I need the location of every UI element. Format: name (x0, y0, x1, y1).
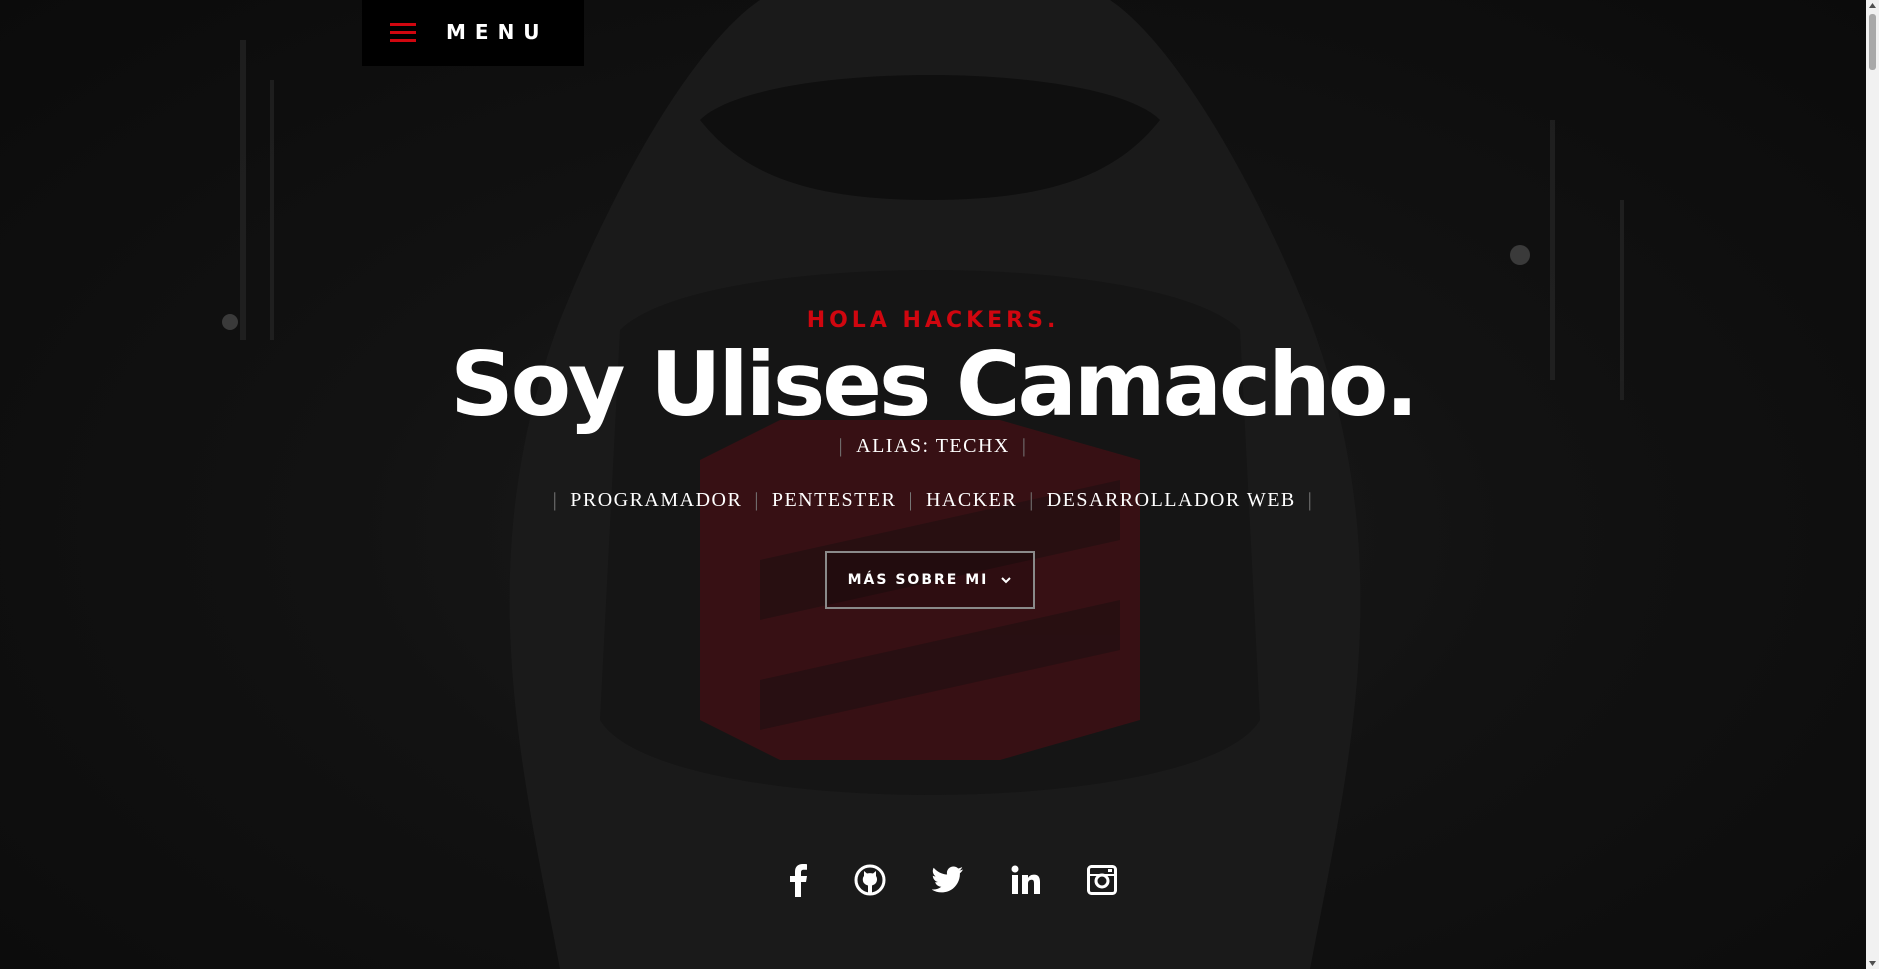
social-links (760, 860, 1117, 900)
separator: | (754, 489, 760, 511)
hero-kicker: HOLA HACKERS. (806, 308, 1060, 333)
instagram-icon (1087, 865, 1117, 895)
role-hacker: HACKER (925, 489, 1018, 511)
scroll-up-arrow-icon[interactable] (1868, 2, 1877, 10)
separator: | (1029, 489, 1035, 511)
twitter-link[interactable] (928, 860, 968, 900)
separator: | (908, 489, 914, 511)
separator: | (838, 435, 845, 457)
alias-line: | ALIAS: TECHX | (0, 435, 1866, 458)
cta-label: MÁS SOBRE MI (847, 572, 989, 588)
role-programador: PROGRAMADOR (570, 489, 743, 511)
github-icon (854, 864, 886, 896)
separator: | (1021, 435, 1028, 457)
hero-title: Soy Ulises Camacho. (450, 333, 1418, 436)
hero-section: HOLA HACKERS. Soy Ulises Camacho. | ALIAS… (0, 0, 1866, 969)
instagram-link[interactable] (1082, 860, 1122, 900)
linkedin-link[interactable] (1006, 860, 1046, 900)
role-pentester: PENTESTER (771, 489, 897, 511)
role-desarrollador-web: DESARROLLADOR WEB (1046, 489, 1296, 511)
twitter-icon (932, 866, 963, 893)
more-about-me-button[interactable]: MÁS SOBRE MI (825, 551, 1035, 609)
separator: | (1307, 489, 1314, 511)
separator: | (552, 489, 559, 511)
roles-line: | PROGRAMADOR | PENTESTER | HACKER | DESARROLLA… (0, 489, 1866, 512)
linkedin-icon (1011, 865, 1040, 894)
facebook-icon (790, 864, 807, 897)
alias-text: ALIAS: TECHX (856, 435, 1010, 457)
chevron-down-icon (1001, 577, 1012, 584)
scroll-down-arrow-icon[interactable] (1868, 959, 1877, 967)
vertical-scrollbar[interactable] (1866, 0, 1879, 969)
github-link[interactable] (850, 860, 890, 900)
scrollbar-thumb[interactable] (1869, 14, 1876, 70)
facebook-link[interactable] (778, 860, 818, 900)
